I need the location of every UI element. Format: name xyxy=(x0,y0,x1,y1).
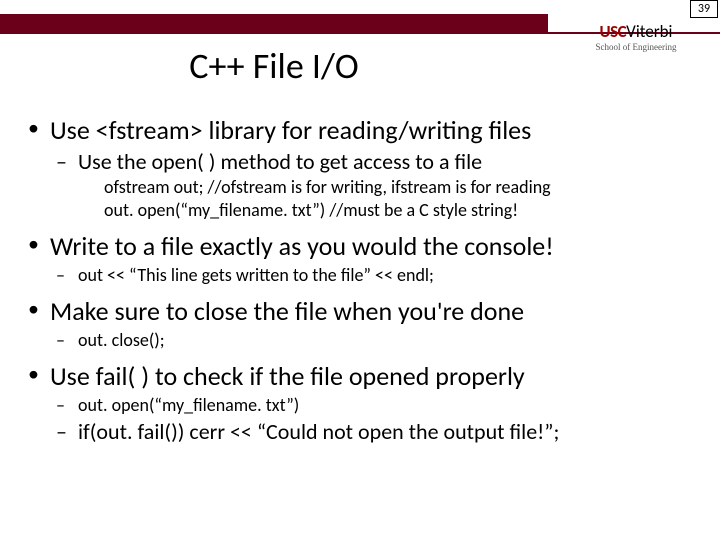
usc-viterbi-logo: USCViterbi School of Engineering xyxy=(566,23,706,52)
logo-subtitle: School of Engineering xyxy=(566,43,706,52)
logo-line1: USCViterbi xyxy=(566,23,706,41)
bullet-l2: Use the open( ) method to get access to … xyxy=(26,149,698,175)
bullet-l3: out. open(“my_filename. txt”) //must be … xyxy=(26,199,698,222)
bullet-l2: out << “This line gets written to the fi… xyxy=(26,264,698,287)
bullet-l1: Make sure to close the file when you're … xyxy=(26,295,698,328)
bullet-l1: Use fail( ) to check if the file opened … xyxy=(26,360,698,393)
slide-content: Use <fstream> library for reading/writin… xyxy=(26,106,698,445)
header-bar xyxy=(0,14,548,32)
logo-viterbi: Viterbi xyxy=(626,21,672,42)
bullet-l2: out. close(); xyxy=(26,329,698,352)
bullet-l2: if(out. fail()) cerr << “Could not open … xyxy=(26,419,698,445)
bullet-l1: Use <fstream> library for reading/writin… xyxy=(26,114,698,147)
bullet-l2: out. open(“my_filename. txt”) xyxy=(26,394,698,417)
bullet-l1: Write to a file exactly as you would the… xyxy=(26,230,698,263)
logo-usc: USC xyxy=(600,21,627,42)
page-number-box: 39 xyxy=(690,0,718,18)
bullet-l3: ofstream out; //ofstream is for writing,… xyxy=(26,176,698,199)
slide-title: C++ File I/O xyxy=(0,44,548,88)
page-number: 39 xyxy=(698,2,710,16)
